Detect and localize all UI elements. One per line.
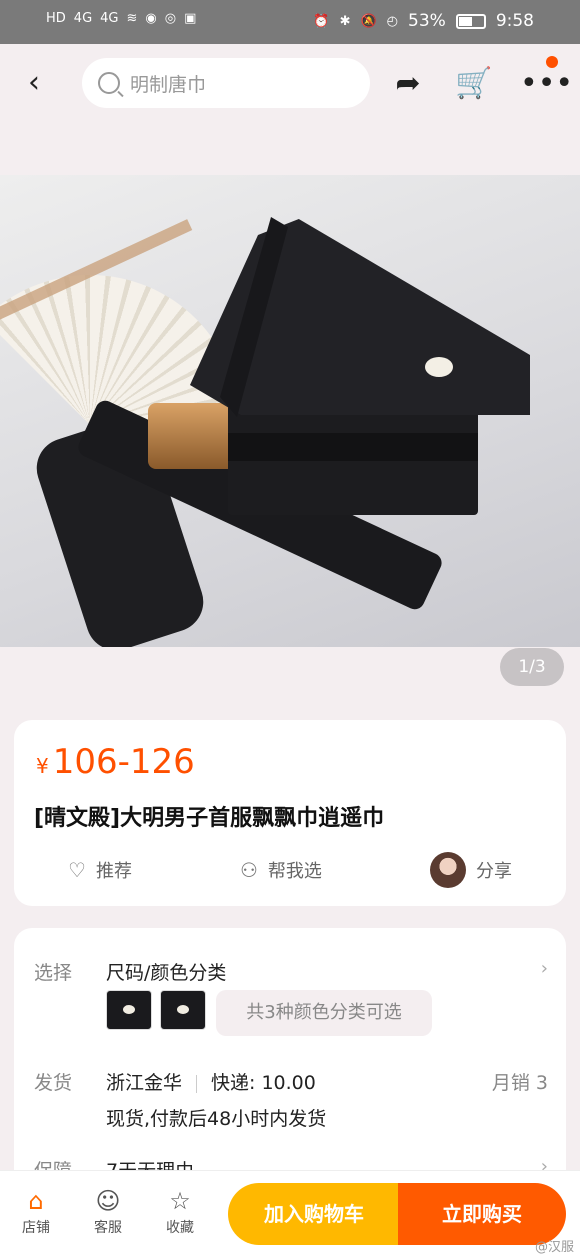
help-choose-button[interactable]: ⚇ 帮我选 <box>240 857 322 883</box>
express-fee: 快递: 10.00 <box>211 1072 316 1094</box>
recommend-button[interactable]: ♡ 推荐 <box>68 857 132 883</box>
hd-icon: HD <box>46 11 66 26</box>
back-icon[interactable]: ‹ <box>28 66 40 100</box>
mute-icon: 🔕 <box>360 13 377 29</box>
signal-icon: 4G <box>100 11 119 26</box>
ship-time: 现货,付款后48小时内发货 <box>106 1108 327 1130</box>
variant-thumb[interactable] <box>160 990 206 1030</box>
currency-symbol: ¥ <box>36 754 49 778</box>
variants-chip[interactable]: 共3种颜色分类可选 <box>216 990 432 1036</box>
battery-icon <box>455 13 486 29</box>
store-icon: ⌂ <box>28 1187 44 1215</box>
ship-info: 浙江金华 快递: 10.00 <box>106 1068 316 1095</box>
service-label: 客服 <box>94 1220 122 1236</box>
favorite-button[interactable]: ☆ 收藏 <box>152 1185 208 1237</box>
jade-ornament <box>425 357 453 377</box>
amber-stand <box>148 403 236 469</box>
share-label: 分享 <box>475 861 512 882</box>
notification-dot <box>546 56 558 68</box>
search-placeholder: 明制唐巾 <box>130 73 207 96</box>
hat-band <box>228 433 478 461</box>
product-image[interactable] <box>0 175 580 647</box>
cart-icon[interactable]: 🛒 <box>455 66 492 102</box>
ship-from: 浙江金华 <box>106 1072 183 1094</box>
status-bar: HD 4G 4G ≋ ◉ ◎ ▣ ⏰ ✱ 🔕 ◴ 53% 9:58 <box>0 0 580 44</box>
chevron-right-icon[interactable]: › <box>541 958 548 979</box>
image-pager: 1/3 <box>500 648 564 686</box>
price: ¥ 106-126 <box>36 742 195 782</box>
alarm-icon: ⏰ <box>313 13 330 29</box>
monthly-sales: 月销 3 <box>491 1072 548 1094</box>
signal-icon: 4G <box>73 11 93 26</box>
watermark: @汉服 <box>534 1240 574 1255</box>
add-to-cart-button[interactable]: 加入购物车 <box>228 1183 400 1245</box>
eye-icon: ◉ <box>145 11 157 26</box>
heart-icon: ♡ <box>68 858 86 882</box>
variant-thumb[interactable] <box>106 990 152 1030</box>
search-icon <box>98 72 120 94</box>
select-value[interactable]: 尺码/颜色分类 <box>106 958 226 985</box>
more-icon[interactable]: ••• <box>520 66 573 102</box>
price-range: 106-126 <box>52 742 195 782</box>
select-label: 选择 <box>34 962 73 984</box>
search-box[interactable]: 明制唐巾 <box>82 58 370 108</box>
people-icon: ⚇ <box>239 858 258 882</box>
app-icon: ▣ <box>184 11 197 26</box>
top-nav: ‹ 明制唐巾 ➦ 🛒 ••• <box>0 44 580 164</box>
product-info-card: ¥ 106-126 [晴文殿]大明男子首服飘飘巾逍遥巾 ♡ 推荐 ⚇ 帮我选 分… <box>14 720 566 906</box>
product-title: [晴文殿]大明男子首服飘飘巾逍遥巾 <box>34 806 385 831</box>
share-icon[interactable]: ➦ <box>390 66 426 102</box>
bottom-action-bar: ⌂ 店铺 ☺ 客服 ☆ 收藏 加入购物车 立即购买 @汉服 <box>0 1170 580 1257</box>
favorite-label: 收藏 <box>166 1220 194 1236</box>
share-button[interactable]: 分享 <box>429 852 512 888</box>
speed-icon: ◴ <box>386 13 399 29</box>
avatar <box>429 852 466 888</box>
service-button[interactable]: ☺ 客服 <box>80 1185 136 1237</box>
store-button[interactable]: ⌂ 店铺 <box>8 1185 64 1237</box>
status-left-icons: HD 4G 4G ≋ ◉ ◎ ▣ <box>46 11 196 26</box>
clock: 9:58 <box>495 11 534 31</box>
product-actions: ♡ 推荐 ⚇ 帮我选 分享 <box>14 850 566 890</box>
store-label: 店铺 <box>22 1220 50 1236</box>
wifi-icon: ≋ <box>126 11 138 26</box>
rec-icon: ◎ <box>164 11 177 26</box>
recommend-label: 推荐 <box>95 861 132 882</box>
help-choose-label: 帮我选 <box>267 861 322 882</box>
battery-percent: 53% <box>408 11 446 31</box>
ship-label: 发货 <box>34 1072 73 1094</box>
star-icon: ☆ <box>169 1187 191 1215</box>
service-icon: ☺ <box>95 1187 121 1215</box>
status-right: ⏰ ✱ 🔕 ◴ 53% 9:58 <box>313 11 534 31</box>
bluetooth-icon: ✱ <box>339 13 351 29</box>
